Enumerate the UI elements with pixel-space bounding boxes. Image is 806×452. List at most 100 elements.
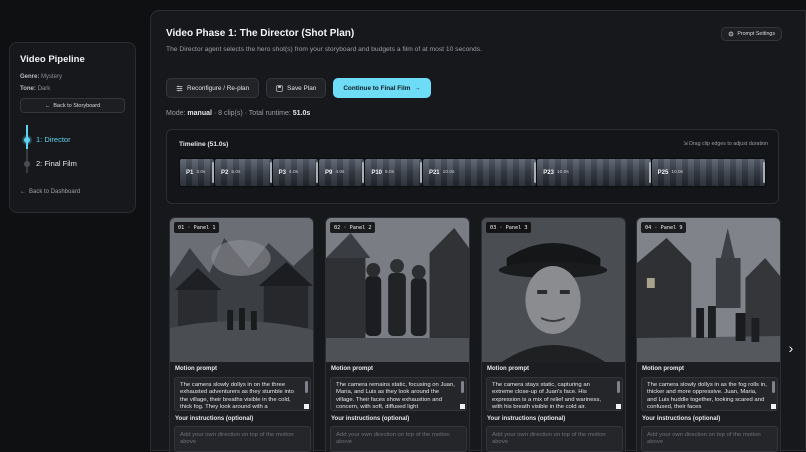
clip-duration: 10.0s	[671, 170, 684, 175]
mode-value: manual	[187, 110, 212, 117]
motion-prompt-label: Motion prompt	[175, 366, 217, 372]
step-dot-active	[24, 137, 30, 143]
sidebar-title: Video Pipeline	[20, 54, 85, 65]
back-to-storyboard-button[interactable]: ← Back to Storyboard	[20, 98, 125, 113]
shot-card: 02 · Panel 2 Motion prompt The camera rema…	[325, 217, 470, 452]
timeline-clip[interactable]: P23 10.0s	[537, 159, 651, 186]
shot-card: 03 · Panel 3 Motion prompt The camera stay…	[481, 217, 626, 452]
clip-duration: 4.0s	[335, 170, 345, 175]
instructions-label: Your instructions (optional)	[331, 416, 410, 422]
resize-handle[interactable]	[771, 404, 776, 409]
clip-name: P2	[221, 169, 229, 176]
shot-thumbnail[interactable]	[326, 218, 469, 362]
save-icon	[276, 84, 283, 92]
shot-thumbnail[interactable]	[482, 218, 625, 362]
resize-handle[interactable]	[304, 404, 309, 409]
instructions-textarea[interactable]: Add your own direction on top of the mot…	[641, 426, 778, 452]
scrollbar-thumb[interactable]	[617, 381, 620, 393]
timeline-hint: ⇲ Drag clip edges to adjust duration	[683, 141, 768, 147]
timeline-clip[interactable]: P21 10.0s	[422, 159, 537, 186]
timeline-title: Timeline (51.0s)	[179, 141, 229, 148]
instructions-textarea[interactable]: Add your own direction on top of the mot…	[330, 426, 467, 452]
clip-duration: 4.0s	[289, 170, 299, 175]
motion-prompt-textarea[interactable]: The camera slowly dollys in as the fog r…	[641, 377, 778, 411]
gear-icon	[728, 31, 734, 37]
clip-count: 8 clip(s)	[218, 110, 243, 117]
clip-duration: 5.0s	[385, 170, 395, 175]
shot-thumbnail[interactable]	[637, 218, 780, 362]
back-to-dashboard-link[interactable]: ← Back to Dashboard	[20, 189, 125, 195]
scrollbar-thumb[interactable]	[461, 381, 464, 393]
prompt-settings-button[interactable]: Prompt Settings	[721, 27, 782, 41]
instructions-textarea[interactable]: Add your own direction on top of the mot…	[174, 426, 311, 452]
shot-thumbnail[interactable]	[170, 218, 313, 362]
step-dot-inactive	[24, 161, 30, 167]
step-director[interactable]: 1: Director	[36, 135, 71, 144]
scrollbar-thumb[interactable]	[772, 381, 775, 393]
motion-prompt-textarea[interactable]: The camera remains static, focusing on J…	[330, 377, 467, 411]
save-plan-button[interactable]: Save Plan	[266, 78, 327, 98]
timeline-clip[interactable]: P1 3.0s	[180, 159, 214, 186]
shot-card: 04 · Panel 9 Motion prompt The camera slow…	[636, 217, 781, 452]
clip-resize-handle[interactable]	[648, 162, 651, 183]
instructions-placeholder: Add your own direction on top of the mot…	[492, 432, 606, 446]
clip-resize-handle[interactable]	[419, 162, 422, 183]
clip-name: P10	[371, 169, 382, 176]
timeline-clip[interactable]: P3 4.0s	[272, 159, 318, 186]
timeline-clip[interactable]: P25 10.0s	[651, 159, 765, 186]
mode-label: Mode:	[166, 110, 186, 117]
motion-prompt-text: The camera stays static, capturing an ex…	[492, 382, 602, 411]
next-arrow-icon[interactable]: ›	[783, 337, 799, 359]
instructions-label: Your instructions (optional)	[487, 416, 566, 422]
action-bar: Reconfigure / Re-plan Save Plan Continue…	[166, 78, 431, 98]
clip-resize-handle[interactable]	[534, 162, 537, 183]
tone-label: Tone:	[20, 86, 36, 92]
timeline: Timeline (51.0s) ⇲ Drag clip edges to ad…	[166, 129, 779, 204]
continue-final-film-button[interactable]: Continue to Final Film →	[333, 78, 431, 98]
reconfigure-label: Reconfigure / Re-plan	[187, 84, 250, 92]
panel-badge: 03 · Panel 3	[486, 222, 532, 233]
instructions-label: Your instructions (optional)	[175, 416, 254, 422]
instructions-textarea[interactable]: Add your own direction on top of the mot…	[486, 426, 623, 452]
motion-prompt-textarea[interactable]: The camera slowly dollys in on the three…	[174, 377, 311, 411]
timeline-clip[interactable]: P9 4.0s	[318, 159, 365, 186]
clip-resize-handle[interactable]	[762, 162, 765, 183]
clip-resize-handle[interactable]	[315, 162, 318, 183]
director-panel: Video Phase 1: The Director (Shot Plan) …	[150, 10, 806, 452]
clip-resize-handle[interactable]	[362, 162, 365, 183]
instructions-placeholder: Add your own direction on top of the mot…	[180, 432, 294, 446]
clip-duration: 10.0s	[556, 170, 569, 175]
instructions-placeholder: Add your own direction on top of the mot…	[647, 432, 761, 446]
clip-name: P3	[278, 169, 286, 176]
panel-badge: 04 · Panel 9	[641, 222, 687, 233]
motion-prompt-label: Motion prompt	[331, 366, 373, 372]
clip-resize-handle[interactable]	[269, 162, 272, 183]
step-final-film[interactable]: 2: Final Film	[36, 159, 77, 168]
resize-handle[interactable]	[460, 404, 465, 409]
genre-row: Genre: Mystery	[20, 74, 125, 80]
back-to-storyboard-label: Back to Storyboard	[53, 102, 101, 109]
scrollbar-thumb[interactable]	[305, 381, 308, 393]
runtime-value: 51.0s	[292, 110, 311, 117]
motion-prompt-text: The camera slowly dollys in on the three…	[180, 382, 294, 411]
pipeline-sidebar: Video Pipeline Genre: Mystery Tone: Dark…	[9, 42, 136, 213]
resize-handle[interactable]	[616, 404, 621, 409]
clip-track: P1 3.0s P2 5.0s P3 4.0s P9 4.0s P10 5.0s P21 10.0s P…	[179, 158, 766, 187]
prompt-settings-label: Prompt Settings	[737, 31, 775, 37]
arrow-right-icon: →	[414, 84, 421, 92]
clip-duration: 10.0s	[442, 170, 455, 175]
clip-duration: 3.0s	[196, 170, 206, 175]
clip-name: P25	[657, 169, 669, 176]
arrow-left-icon: ←	[20, 189, 26, 195]
clip-name: P21	[428, 169, 440, 176]
clip-duration: 5.0s	[231, 170, 241, 175]
timeline-clip[interactable]: P2 5.0s	[215, 159, 272, 186]
motion-prompt-textarea[interactable]: The camera stays static, capturing an ex…	[486, 377, 623, 411]
instructions-placeholder: Add your own direction on top of the mot…	[336, 432, 450, 446]
reconfigure-button[interactable]: Reconfigure / Re-plan	[166, 78, 260, 98]
shot-card: 01 · Panel 1 Motion prompt The camera slow…	[169, 217, 314, 452]
clip-resize-handle[interactable]	[212, 162, 214, 183]
arrow-left-icon: ←	[44, 102, 51, 109]
timeline-clip[interactable]: P10 5.0s	[365, 159, 422, 186]
shot-cards: 01 · Panel 1 Motion prompt The camera slow…	[169, 217, 806, 452]
